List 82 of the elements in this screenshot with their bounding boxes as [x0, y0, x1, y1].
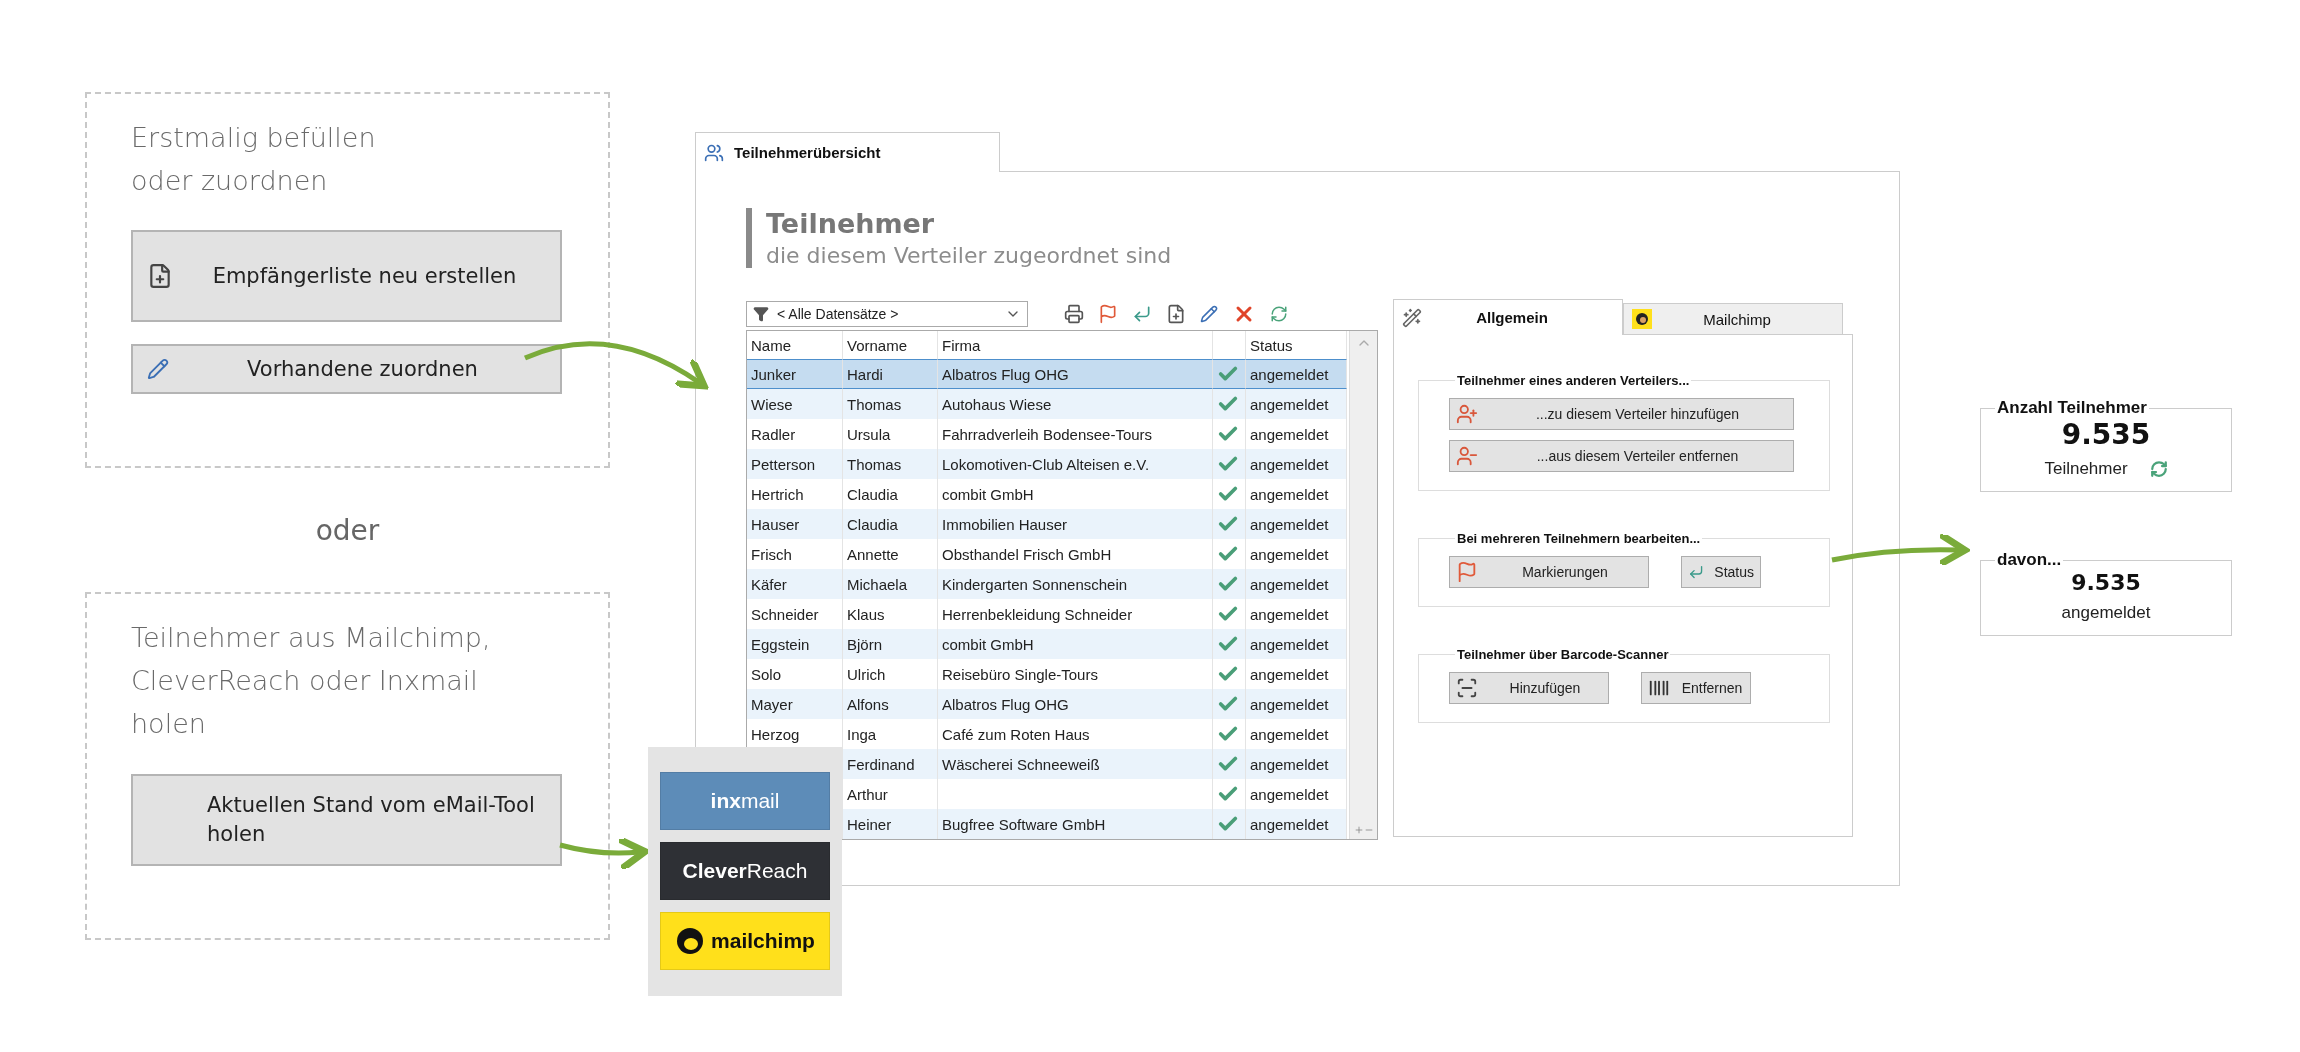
group-title: Teilnehmer über Barcode-Scanner [1456, 647, 1670, 662]
flag-icon[interactable] [1098, 304, 1118, 324]
table-cell: Petterson [747, 449, 843, 479]
table-cell: Claudia [843, 509, 938, 539]
table-cell[interactable]: angemeldet [1246, 629, 1347, 659]
table-cell[interactable]: angemeldet [1246, 509, 1347, 539]
option-description: Teilnehmer aus Mailchimp, CleverReach oder Inxmail holen [131, 621, 492, 742]
table-cell: Björn [843, 629, 938, 659]
group-title: Teilnehmer eines anderen Verteilers... [1456, 373, 1691, 388]
action-button[interactable]: Empfängerliste neu erstellen [131, 230, 562, 323]
scanner-icon [1456, 677, 1478, 699]
table-cell[interactable]: angemeldet [1246, 809, 1347, 839]
count-value: 9.535 [2061, 418, 2151, 451]
section-subtitle: die diesem Verteiler zugeordnet sind [766, 243, 1173, 268]
remove-person-icon [1456, 445, 1478, 467]
filter-dropdown[interactable]: < Alle Datensätze > [746, 301, 1028, 327]
table-cell[interactable]: angemeldet [1246, 449, 1347, 479]
table-cell[interactable]: angemeldet [1246, 389, 1347, 419]
table-cell: Heiner [843, 809, 938, 839]
count-title: davon... [1996, 550, 2063, 570]
table-cell: Autohaus Wiese [938, 389, 1213, 419]
service-logo: inxmail [660, 772, 830, 830]
table-cell: Alfons [843, 689, 938, 719]
pencil-icon [147, 358, 169, 381]
count-value: 9.535 [2071, 570, 2141, 595]
return-arrow-icon[interactable] [1132, 304, 1152, 324]
section-title: Teilnehmer [766, 208, 936, 239]
pencil-icon[interactable] [1200, 305, 1218, 323]
action-button[interactable]: Status [1681, 556, 1761, 588]
table-cell: Thomas [843, 389, 938, 419]
action-button[interactable]: Entfernen [1641, 672, 1751, 704]
table-cell: Albatros Flug OHG [938, 359, 1213, 389]
table-cell[interactable]: angemeldet [1246, 689, 1347, 719]
scrollbar[interactable] [1349, 331, 1377, 839]
table-cell: Mayer [747, 689, 843, 719]
action-button[interactable]: ...zu diesem Verteiler hinzufügen [1449, 398, 1794, 430]
people-icon [704, 142, 724, 163]
count-title: Anzahl Teilnehmer [1996, 398, 2148, 418]
table-cell: Wäscherei Schneeweiß [938, 749, 1213, 779]
action-button[interactable]: Markierungen [1449, 556, 1649, 588]
table-cell: Lokomotiven-Club Alteisen e.V. [938, 449, 1213, 479]
print-icon[interactable] [1064, 304, 1084, 324]
table-cell: Junker [747, 359, 843, 389]
table-cell: Bugfree Software GmbH [938, 809, 1213, 839]
refresh-icon[interactable] [1270, 305, 1288, 323]
table-cell: Ferdinand [843, 749, 938, 779]
option-description: Erstmalig befüllen oder zuordnen [131, 121, 377, 199]
group-title: Bei mehreren Teilnehmern bearbeiten... [1456, 531, 1702, 546]
table-cell: Immobilien Hauser [938, 509, 1213, 539]
panel-tab[interactable]: Mailchimp [1623, 303, 1843, 335]
table-cell: combit GmbH [938, 629, 1213, 659]
add-person-icon [1456, 403, 1478, 425]
plus-icon [1353, 825, 1364, 835]
action-button[interactable]: ...aus diesem Verteiler entfernen [1449, 440, 1794, 472]
table-cell: Eggstein [747, 629, 843, 659]
count-label: angemeldet [2061, 603, 2151, 623]
service-logo: mailchimp [660, 912, 830, 970]
table-cell: Hardi [843, 359, 938, 389]
separator-text: oder [315, 513, 380, 547]
new-document-icon [147, 263, 173, 290]
panel-tab[interactable]: Allgemein [1393, 299, 1623, 335]
table-cell: Kindergarten Sonnenschein [938, 569, 1213, 599]
table-cell: Wiese [747, 389, 843, 419]
action-button[interactable]: Vorhandene zuordnen [131, 344, 562, 395]
table-cell: Michaela [843, 569, 938, 599]
wand-icon [1402, 307, 1422, 328]
service-logo: CleverReach [660, 842, 830, 900]
table-cell: Käfer [747, 569, 843, 599]
table-cell[interactable]: angemeldet [1246, 359, 1347, 389]
table-cell: Albatros Flug OHG [938, 689, 1213, 719]
table-cell[interactable]: angemeldet [1246, 569, 1347, 599]
action-button[interactable]: Hinzufügen [1449, 672, 1609, 704]
table-cell: Thomas [843, 449, 938, 479]
new-document-icon[interactable] [1166, 304, 1186, 324]
window-tab[interactable]: Teilnehmerübersicht [695, 132, 1000, 172]
table-cell: Hauser [747, 509, 843, 539]
refresh-icon[interactable] [2149, 460, 2168, 478]
flag-icon [1456, 561, 1478, 583]
action-button[interactable]: Aktuellen Stand vom eMail-Tool holen [131, 773, 562, 866]
table-cell[interactable]: angemeldet [1246, 749, 1347, 779]
count-label: Teilnehmer [2044, 459, 2128, 479]
filter-icon [753, 306, 769, 322]
